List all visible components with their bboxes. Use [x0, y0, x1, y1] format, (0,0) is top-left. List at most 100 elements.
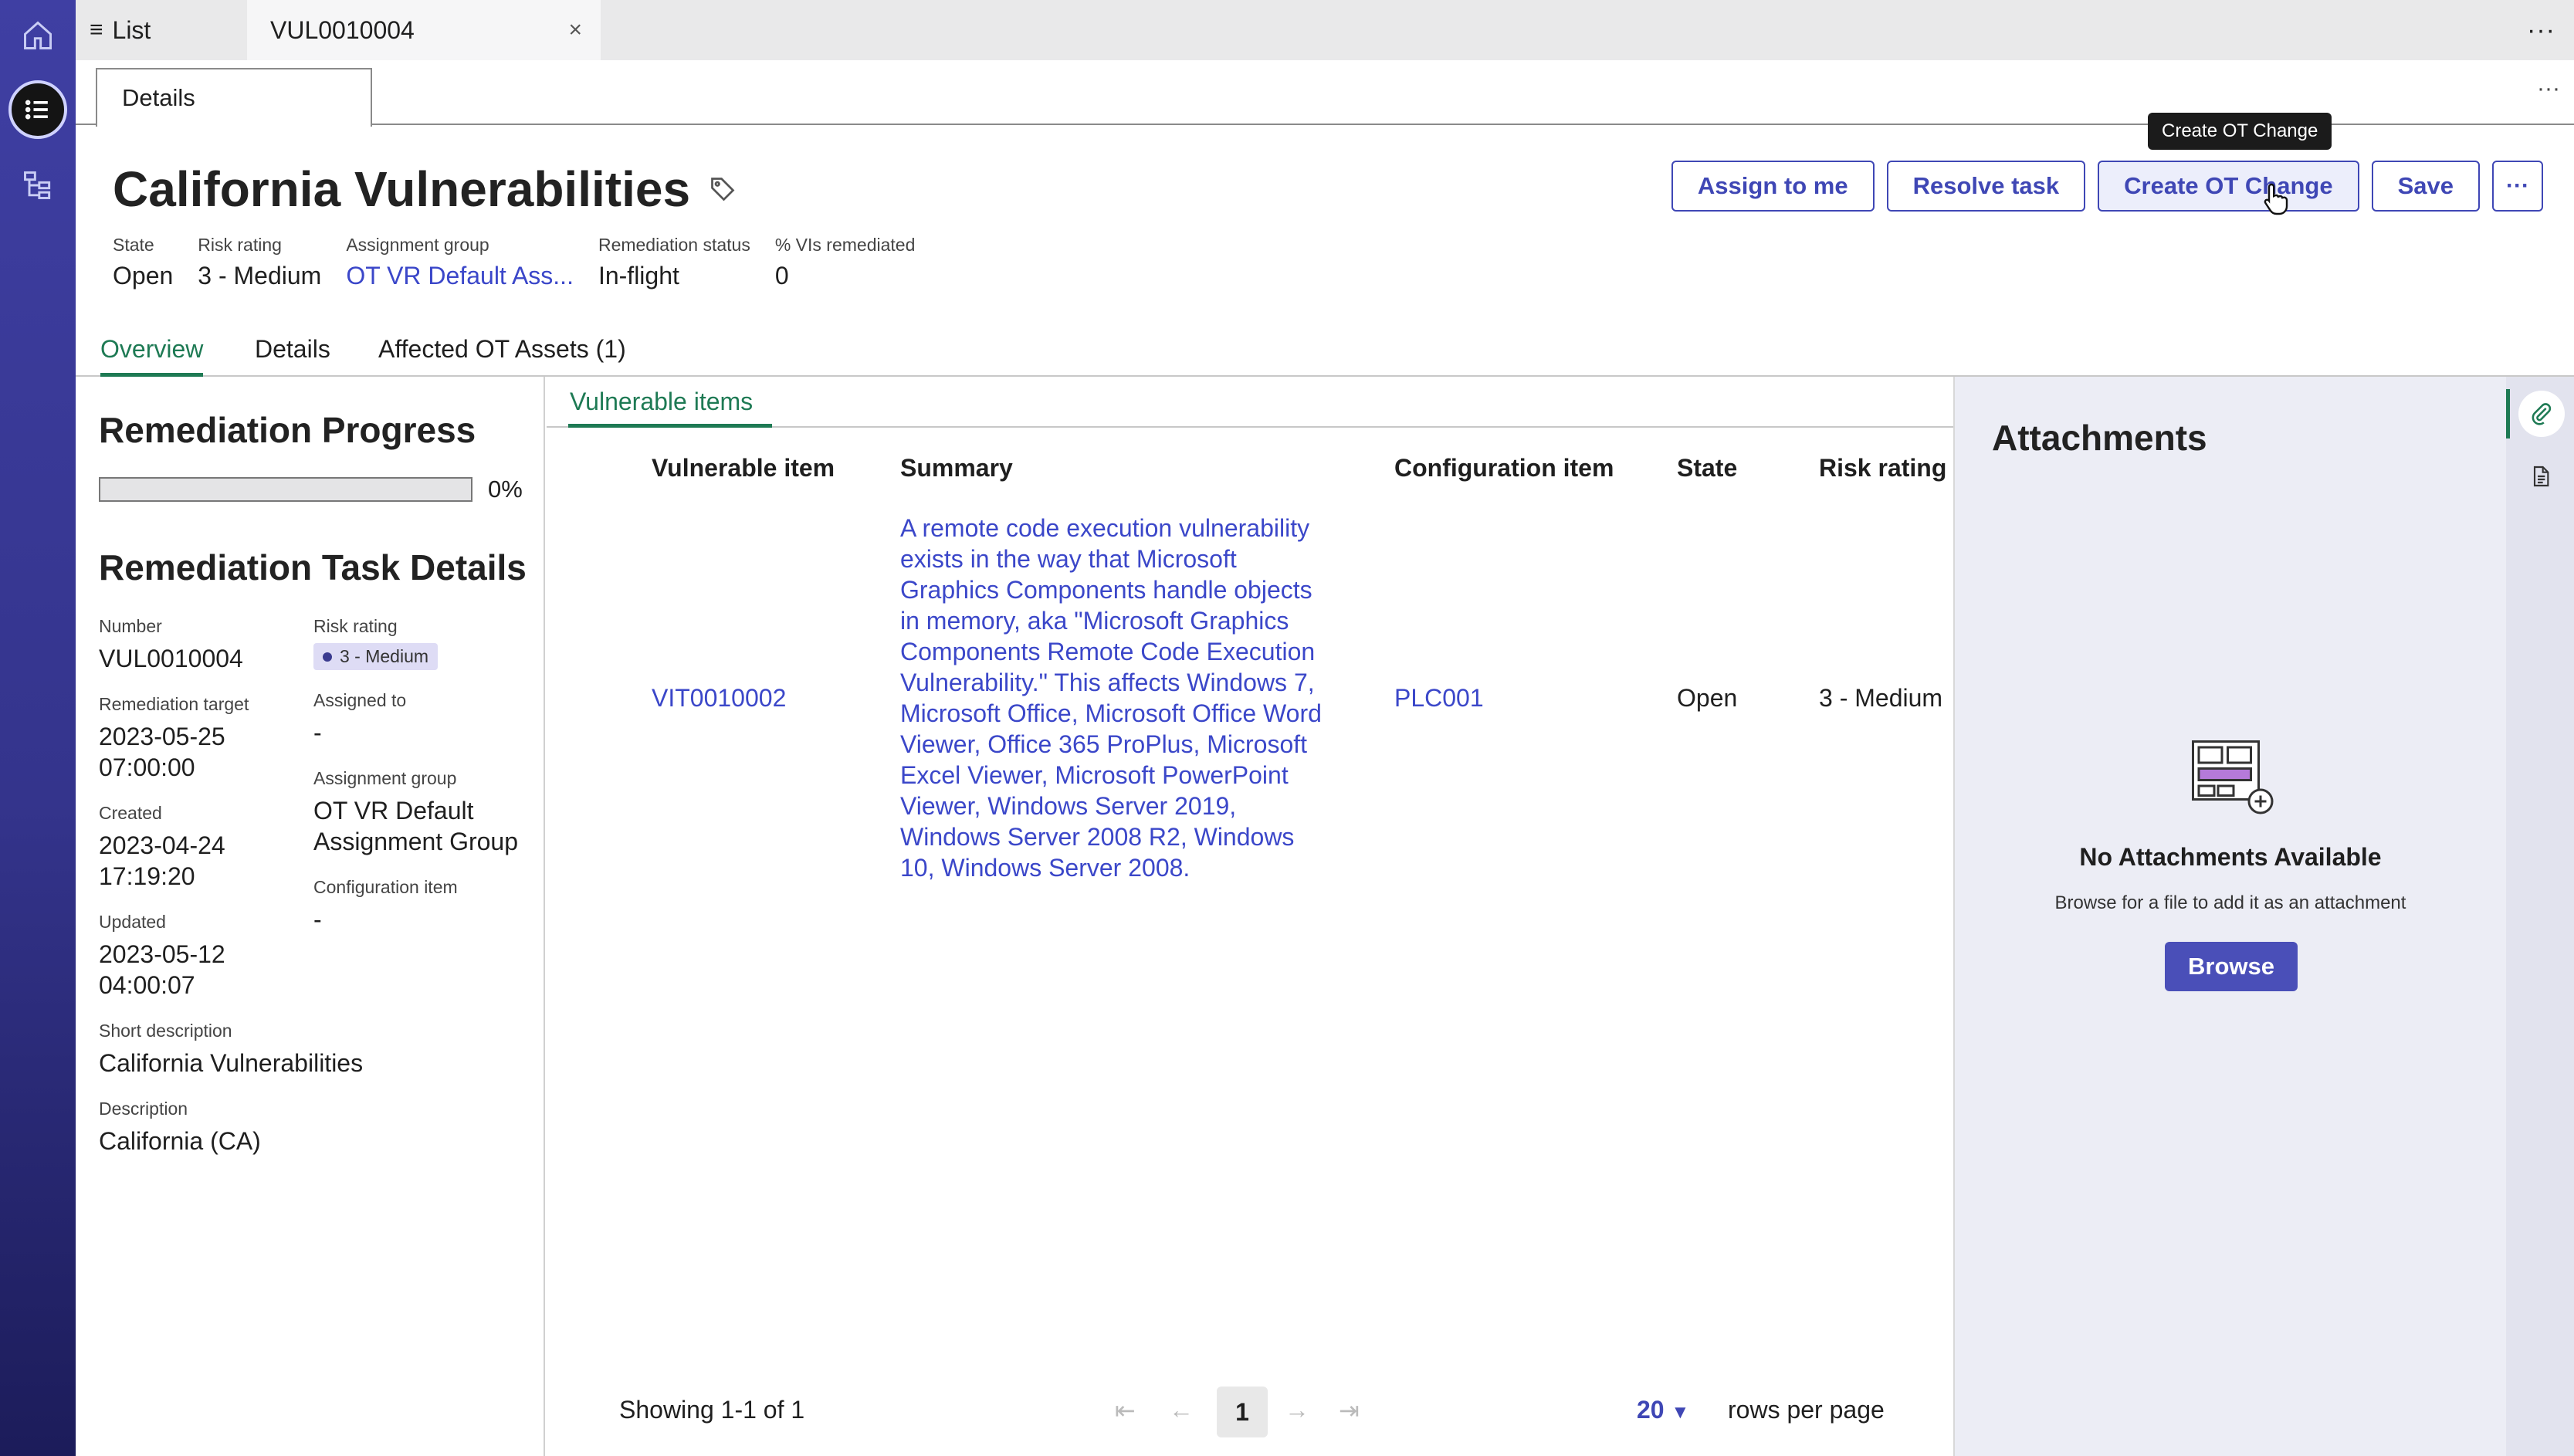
header-fields: State Open Risk rating 3 - Medium Assign…	[113, 235, 940, 290]
progress-row: 0%	[99, 476, 544, 503]
list-view-button[interactable]	[8, 80, 67, 139]
empty-attachments-title: No Attachments Available	[2079, 843, 2382, 871]
detail-label: Remediation target	[99, 694, 249, 714]
detail-short-description: Short description California Vulnerabili…	[99, 1021, 544, 1078]
field-label: Risk rating	[198, 235, 282, 255]
rows-per-page-select[interactable]: 20 ▼	[1637, 1396, 1689, 1424]
document-tool-button[interactable]	[2522, 457, 2560, 496]
field-label: Assignment group	[346, 235, 489, 255]
side-toolbar	[2506, 377, 2574, 1456]
detail-assigned-to: Assigned to -	[313, 690, 528, 748]
detail-value: 2023-04-24	[99, 831, 225, 859]
task-details-title: Remediation Task Details	[99, 547, 527, 587]
column-header[interactable]: Risk rating	[1819, 454, 1946, 483]
field-state: State Open	[113, 235, 173, 290]
detail-configuration-item: Configuration item -	[313, 877, 528, 935]
column-header[interactable]: Summary	[900, 454, 1013, 483]
tab-overview[interactable]: Overview	[100, 335, 204, 377]
hierarchy-icon	[24, 171, 51, 199]
close-icon[interactable]: ×	[568, 17, 582, 43]
detail-value: California (CA)	[99, 1127, 261, 1155]
detail-description: Description California (CA)	[99, 1099, 544, 1156]
detail-label: Configuration item	[313, 877, 458, 897]
more-icon[interactable]: ···	[2527, 15, 2555, 46]
detail-value: Assignment Group	[313, 828, 519, 855]
app-rail	[0, 0, 76, 1456]
detail-value: VUL0010004	[99, 645, 243, 672]
rows-per-page-value: 20	[1637, 1396, 1665, 1424]
prev-page-icon[interactable]: ←	[1169, 1396, 1194, 1424]
tab-vulnerable-items[interactable]: Vulnerable items	[568, 388, 772, 428]
field-label: State	[113, 235, 154, 255]
paperclip-icon	[2532, 403, 2552, 425]
vulnerable-items-tabs: Vulnerable items	[547, 377, 1953, 428]
summary-link[interactable]: A remote code execution vulnerability ex…	[900, 513, 1333, 883]
browse-button[interactable]: Browse	[2165, 942, 2298, 991]
hand-cursor-icon	[2264, 183, 2288, 215]
more-actions-button[interactable]: ···	[2492, 161, 2543, 212]
tab-details[interactable]: Details	[96, 68, 372, 127]
tab-affected-ot-assets[interactable]: Affected OT Assets (1)	[378, 335, 626, 377]
tab-record[interactable]: VUL0010004 ×	[247, 0, 601, 60]
pagination-summary: Showing 1-1 of 1	[619, 1396, 805, 1424]
attachment-tool-button[interactable]	[2518, 391, 2565, 437]
create-ot-change-button[interactable]: Create OT Change	[2098, 161, 2359, 212]
detail-value: -	[313, 906, 322, 933]
document-icon	[2533, 466, 2549, 487]
vulnerable-item-link[interactable]: VIT0010002	[652, 684, 786, 713]
row-state: Open	[1677, 684, 1738, 712]
chevron-down-icon: ▼	[1671, 1402, 1690, 1423]
detail-value: 04:00:07	[99, 971, 195, 999]
tab-details[interactable]: Details	[255, 335, 330, 377]
hierarchy-button[interactable]	[8, 156, 67, 215]
detail-label: Updated	[99, 912, 166, 932]
attachments-panel: Attachments No Attachments Available Bro…	[1953, 377, 2506, 1456]
field-value: 0	[774, 262, 789, 290]
field-value: 3 - Medium	[198, 262, 322, 290]
more-icon[interactable]: ···	[2537, 76, 2560, 102]
assignment-group-link[interactable]: OT VR Default Ass...	[346, 262, 574, 290]
badge-label: 3 - Medium	[340, 646, 429, 666]
pagination: Showing 1-1 of 1 ⇤ ← 1 → ⇥ 20 ▼ rows per…	[547, 1380, 1953, 1442]
rows-per-page-label: rows per page	[1728, 1396, 1885, 1424]
tab-list[interactable]: ≡ List	[90, 0, 236, 60]
active-tool-indicator	[2506, 389, 2510, 438]
column-header[interactable]: Configuration item	[1394, 454, 1614, 483]
dot-icon	[323, 652, 332, 662]
home-button[interactable]	[8, 6, 67, 65]
field-label: Remediation status	[598, 235, 750, 255]
save-button[interactable]: Save	[2371, 161, 2480, 212]
detail-number: Number VUL0010004	[99, 616, 313, 674]
status-badge: 3 - Medium	[313, 643, 439, 670]
tag-icon[interactable]	[709, 175, 737, 203]
detail-value: 2023-05-25	[99, 723, 225, 750]
top-tab-bar: ≡ List VUL0010004 × ···	[76, 0, 2574, 60]
field-remediation-status: Remediation status In-flight	[598, 235, 750, 290]
first-page-icon[interactable]: ⇤	[1115, 1396, 1136, 1425]
empty-attachments-icon	[2192, 740, 2274, 814]
page-title: California Vulnerabilities	[113, 161, 691, 217]
tab-record-label: VUL0010004	[270, 15, 415, 44]
detail-label: Short description	[99, 1021, 232, 1041]
action-bar: Assign to me Resolve task Create OT Chan…	[1659, 161, 2543, 212]
task-details-grid: Number VUL0010004 Remediation target 202…	[99, 616, 544, 1021]
tooltip: Create OT Change	[2148, 113, 2332, 150]
detail-label: Number	[99, 616, 162, 636]
overview-panel: Remediation Progress 0% Remediation Task…	[76, 377, 545, 1456]
progress-title: Remediation Progress	[99, 410, 476, 450]
row-risk-rating: 3 - Medium	[1819, 684, 1943, 712]
detail-label: Description	[99, 1099, 188, 1119]
next-page-icon[interactable]: →	[1285, 1396, 1309, 1424]
resolve-task-button[interactable]: Resolve task	[1886, 161, 2086, 212]
detail-updated: Updated 2023-05-12 04:00:07	[99, 912, 313, 1001]
progress-percent: 0%	[488, 476, 523, 503]
task-details-col-left: Number VUL0010004 Remediation target 202…	[99, 616, 313, 1021]
last-page-icon[interactable]: ⇥	[1339, 1396, 1360, 1425]
assign-to-me-button[interactable]: Assign to me	[1671, 161, 1875, 212]
column-header[interactable]: State	[1677, 454, 1737, 483]
detail-value: 07:00:00	[99, 753, 195, 781]
configuration-item-link[interactable]: PLC001	[1394, 684, 1484, 713]
field-vis-remediated: % VIs remediated 0	[775, 235, 916, 290]
page-number[interactable]: 1	[1217, 1387, 1268, 1437]
column-header[interactable]: Vulnerable item	[652, 454, 835, 483]
